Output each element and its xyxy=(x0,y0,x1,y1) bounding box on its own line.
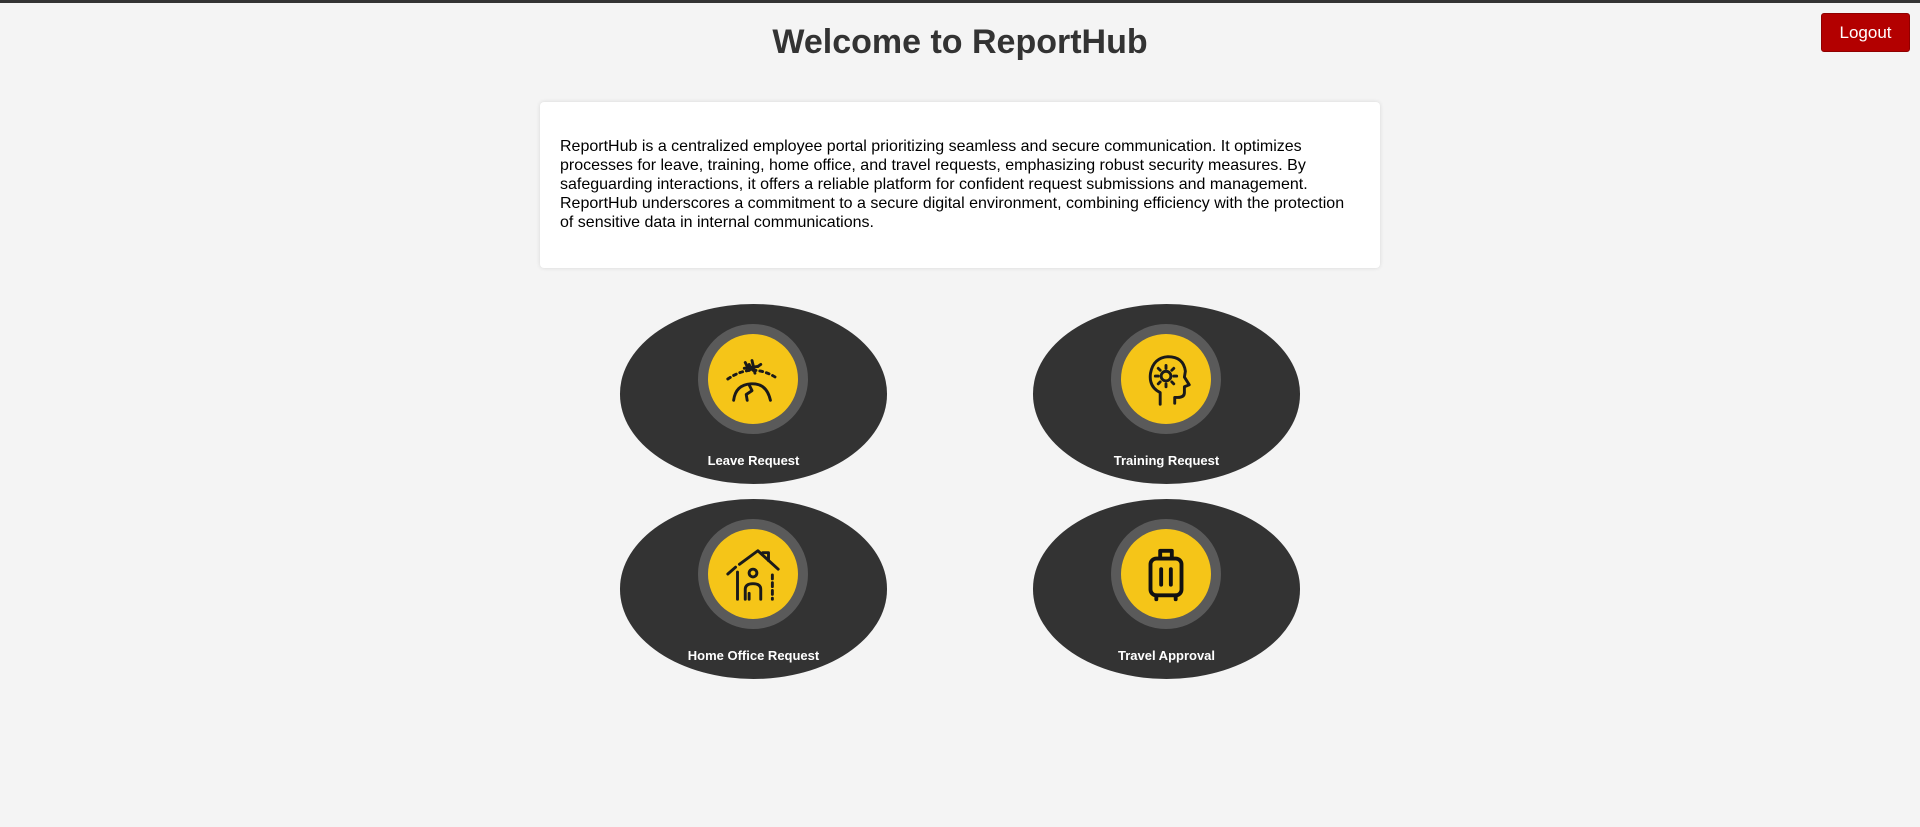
training-request-label: Training Request xyxy=(1113,453,1220,468)
airplane-globe-icon xyxy=(708,334,798,424)
leave-request-label: Leave Request xyxy=(707,453,800,468)
home-office-request-label: Home Office Request xyxy=(687,648,820,663)
logout-button[interactable]: Logout xyxy=(1821,13,1910,52)
leave-icon-ring xyxy=(698,324,808,434)
house-person-icon xyxy=(708,529,798,619)
page-title: Welcome to ReportHub xyxy=(772,23,1148,61)
head-gear-icon xyxy=(1121,334,1211,424)
home-office-icon-ring xyxy=(698,519,808,629)
home-office-request-tile[interactable]: Home Office Request xyxy=(620,499,887,679)
travel-approval-tile[interactable]: Travel Approval xyxy=(1033,499,1300,679)
intro-card: ReportHub is a centralized employee port… xyxy=(540,102,1380,268)
travel-icon-ring xyxy=(1111,519,1221,629)
leave-request-tile[interactable]: Leave Request xyxy=(620,304,887,484)
top-border xyxy=(0,0,1920,3)
travel-approval-label: Travel Approval xyxy=(1117,648,1216,663)
luggage-icon xyxy=(1121,529,1211,619)
intro-text: ReportHub is a centralized employee port… xyxy=(560,138,1345,231)
training-icon-ring xyxy=(1111,324,1221,434)
training-request-tile[interactable]: Training Request xyxy=(1033,304,1300,484)
